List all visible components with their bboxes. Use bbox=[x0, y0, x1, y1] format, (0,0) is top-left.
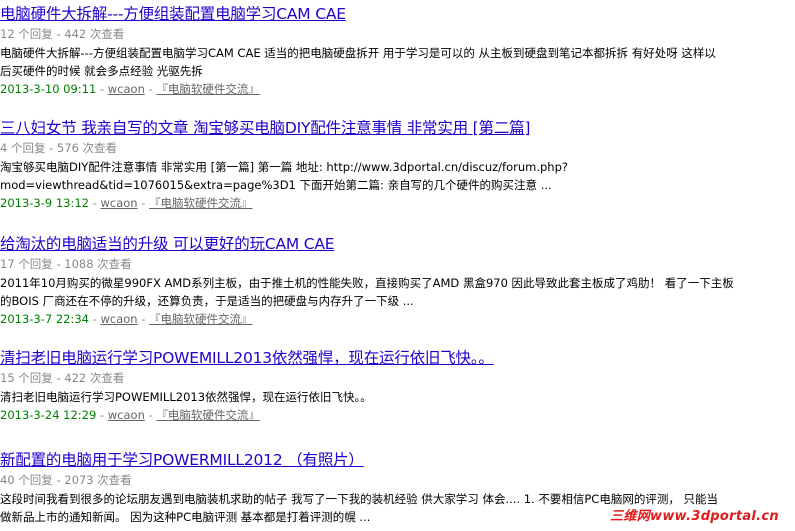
result-snippet: 清扫老旧电脑运行学习POWEMILL2013依然强悍，现在运行依旧飞快。。 bbox=[0, 388, 780, 406]
snippet-line: mod=viewthread&tid=1076015&extra=page%3D… bbox=[0, 178, 552, 192]
meta-separator: - bbox=[137, 196, 150, 210]
snippet-line: 的BOIS 厂商还在不停的升级，还算负责，于是适当的把硬盘与内存升了一下级 ..… bbox=[0, 294, 414, 308]
result-title-link[interactable]: 清扫老旧电脑运行学习POWEMILL2013依然强悍，现在运行依旧飞快。。 bbox=[0, 348, 494, 368]
result-date: 2013-3-9 13:12 bbox=[0, 196, 89, 210]
site-watermark: 三维网www.3dportal.cn bbox=[610, 509, 779, 524]
result-author-link[interactable]: wcaon bbox=[108, 408, 145, 422]
result-date: 2013-3-10 09:11 bbox=[0, 82, 97, 96]
result-forum-link[interactable]: 『电脑软硬件交流』 bbox=[156, 408, 260, 422]
result-forum-link[interactable]: 『电脑软硬件交流』 bbox=[149, 196, 253, 210]
result-stats: 17 个回复 - 1088 次查看 bbox=[0, 257, 132, 271]
meta-separator: - bbox=[89, 196, 101, 210]
result-title-link[interactable]: 三八妇女节 我亲自写的文章 淘宝够买电脑DIY配件注意事情 非常实用 [第二篇] bbox=[0, 118, 530, 138]
meta-separator: - bbox=[96, 408, 108, 422]
meta-separator: - bbox=[89, 312, 101, 326]
snippet-line: 后买硬件的时候 就会多点经验 光驱先拆 bbox=[0, 64, 203, 78]
snippet-line: 清扫老旧电脑运行学习POWEMILL2013依然强悍，现在运行依旧飞快。。 bbox=[0, 390, 372, 404]
result-date: 2013-3-7 22:34 bbox=[0, 312, 89, 326]
result-title-link[interactable]: 新配置的电脑用于学习POWERMILL2012 （有照片） bbox=[0, 450, 364, 470]
result-title-link[interactable]: 给淘汰的电脑适当的升级 可以更好的玩CAM CAE bbox=[0, 234, 335, 254]
snippet-line: 2011年10月购买的微星990FX AMD系列主板，由于推土机的性能失败，直接… bbox=[0, 276, 734, 290]
meta-separator: - bbox=[144, 82, 157, 96]
result-forum-link[interactable]: 『电脑软硬件交流』 bbox=[156, 82, 260, 96]
result-item: 给淘汰的电脑适当的升级 可以更好的玩CAM CAE 17 个回复 - 1088 … bbox=[0, 234, 795, 327]
result-snippet: 电脑硬件大拆解---方便组装配置电脑学习CAM CAE 适当的把电脑硬盘拆开 用… bbox=[0, 44, 780, 80]
result-item: 三八妇女节 我亲自写的文章 淘宝够买电脑DIY配件注意事情 非常实用 [第二篇]… bbox=[0, 118, 795, 211]
result-stats: 15 个回复 - 422 次查看 bbox=[0, 371, 125, 385]
result-item: 清扫老旧电脑运行学习POWEMILL2013依然强悍，现在运行依旧飞快。。 15… bbox=[0, 348, 795, 423]
result-snippet: 淘宝够买电脑DIY配件注意事情 非常实用 [第一篇] 第一篇 地址: http:… bbox=[0, 158, 780, 194]
result-meta: 2013-3-7 22:34 - wcaon - 『电脑软硬件交流』 bbox=[0, 311, 795, 327]
meta-separator: - bbox=[137, 312, 150, 326]
result-stats: 4 个回复 - 576 次查看 bbox=[0, 141, 118, 155]
result-snippet: 2011年10月购买的微星990FX AMD系列主板，由于推土机的性能失败，直接… bbox=[0, 274, 780, 310]
meta-separator: - bbox=[144, 408, 157, 422]
result-author-link[interactable]: wcaon bbox=[100, 196, 137, 210]
meta-separator: - bbox=[96, 82, 108, 96]
result-forum-link[interactable]: 『电脑软硬件交流』 bbox=[149, 312, 253, 326]
result-stats: 40 个回复 - 2073 次查看 bbox=[0, 473, 132, 487]
snippet-line: 电脑硬件大拆解---方便组装配置电脑学习CAM CAE 适当的把电脑硬盘拆开 用… bbox=[0, 46, 716, 60]
result-meta: 2013-3-9 13:12 - wcaon - 『电脑软硬件交流』 bbox=[0, 195, 795, 211]
result-meta: 2013-3-10 09:11 - wcaon - 『电脑软硬件交流』 bbox=[0, 81, 795, 97]
result-author-link[interactable]: wcaon bbox=[108, 82, 145, 96]
result-item: 电脑硬件大拆解---方便组装配置电脑学习CAM CAE 12 个回复 - 442… bbox=[0, 4, 795, 97]
result-author-link[interactable]: wcaon bbox=[100, 312, 137, 326]
result-date: 2013-3-24 12:29 bbox=[0, 408, 97, 422]
result-meta: 2013-3-24 12:29 - wcaon - 『电脑软硬件交流』 bbox=[0, 407, 795, 423]
result-stats: 12 个回复 - 442 次查看 bbox=[0, 27, 125, 41]
result-title-link[interactable]: 电脑硬件大拆解---方便组装配置电脑学习CAM CAE bbox=[0, 4, 346, 24]
snippet-line: 淘宝够买电脑DIY配件注意事情 非常实用 [第一篇] 第一篇 地址: http:… bbox=[0, 160, 568, 174]
